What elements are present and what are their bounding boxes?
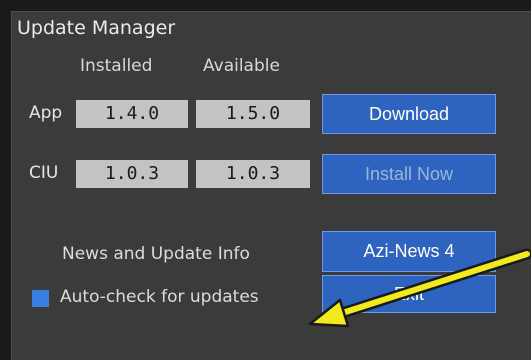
annotation-arrow-icon — [308, 248, 531, 328]
